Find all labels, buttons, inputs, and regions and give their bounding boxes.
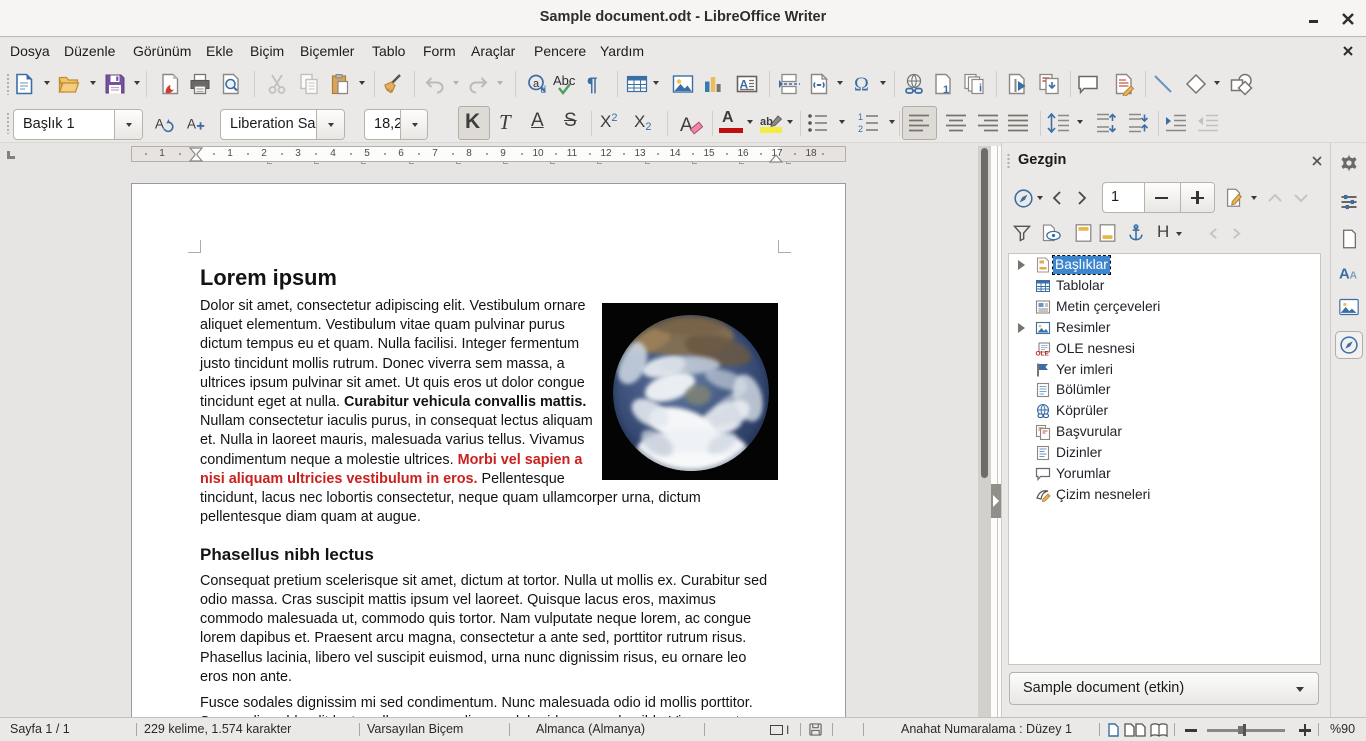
- svg-text:Ω: Ω: [854, 74, 869, 96]
- svg-text:OLE: OLE: [1036, 350, 1050, 357]
- svg-text:A: A: [1350, 269, 1358, 281]
- svg-text:¶: ¶: [587, 75, 598, 96]
- svg-text:A: A: [155, 117, 165, 132]
- svg-text:d: d: [541, 85, 547, 96]
- svg-text:2: 2: [858, 124, 863, 134]
- svg-text:A: A: [187, 117, 197, 132]
- svg-text:Abc: Abc: [553, 73, 576, 88]
- svg-text:1: 1: [858, 112, 863, 122]
- svg-text:A: A: [1339, 266, 1350, 282]
- svg-text:1: 1: [943, 84, 949, 96]
- svg-text:A: A: [680, 115, 693, 136]
- svg-text:i: i: [979, 83, 982, 95]
